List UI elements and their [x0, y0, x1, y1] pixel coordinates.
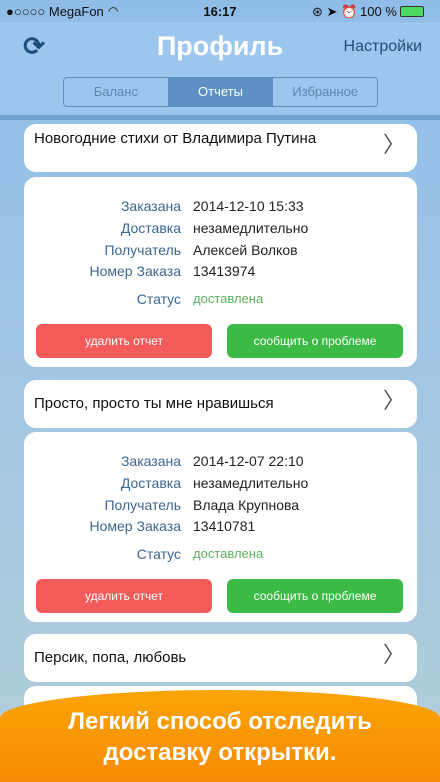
- tab-balance[interactable]: Баланс: [64, 78, 169, 106]
- ordered-label: Заказана: [120, 198, 181, 214]
- battery-icon: [400, 6, 424, 17]
- order-title-card[interactable]: Просто, просто ты мне нравишься 〉: [24, 380, 417, 428]
- status-value: доставлена: [193, 291, 264, 306]
- order-title-card[interactable]: Персик, попа, любовь 〉: [24, 634, 417, 682]
- order-title-card[interactable]: Новогодние стихи от Владимира Путина 〉: [24, 124, 417, 172]
- tab-favorites[interactable]: Избранное: [273, 78, 377, 106]
- tab-reports[interactable]: Отчеты: [168, 78, 274, 106]
- order-number-label: Номер Заказа: [89, 518, 182, 534]
- order-number-label: Номер Заказа: [89, 263, 182, 279]
- status-value: доставлена: [193, 546, 264, 561]
- ordered-value: 2014-12-10 15:33: [193, 198, 304, 214]
- order-number-value: 13410781: [193, 518, 256, 534]
- chevron-right-icon: 〉: [382, 388, 405, 413]
- segmented-control: Баланс Отчеты Избранное: [63, 77, 378, 107]
- delete-report-button[interactable]: удалить отчет: [36, 579, 212, 613]
- delivery-value: незамедлительно: [193, 220, 309, 236]
- order-number-value: 13413974: [193, 263, 256, 279]
- order-details-card: Заказана 2014-12-10 15:33 Доставка незамед…: [24, 177, 417, 367]
- order-title: Персик, попа, любовь: [34, 649, 187, 666]
- status-label: Статус: [136, 291, 181, 307]
- nav-bar: ⟳ Профиль Настройки Баланс Отчеты Избран…: [0, 22, 440, 120]
- chevron-right-icon: 〉: [382, 642, 405, 667]
- delivery-value: незамедлительно: [193, 475, 309, 491]
- battery-percent: 100 %: [360, 4, 397, 19]
- alarm-icon: ⊛ ➤ ⏰: [312, 4, 358, 19]
- order-title: Просто, просто ты мне нравишься: [34, 395, 274, 412]
- recipient-label: Получатель: [104, 242, 181, 258]
- ordered-value: 2014-12-07 22:10: [193, 453, 304, 469]
- settings-button[interactable]: Настройки: [344, 38, 422, 56]
- delivery-label: Доставка: [120, 220, 181, 236]
- order-details-card: Заказана 2014-12-07 22:10 Доставка незамед…: [24, 432, 417, 622]
- status-bar: ●○○○○ MegaFon ◠ 16:17 ⊛ ➤ ⏰ 100 %: [0, 0, 440, 22]
- report-problem-button[interactable]: сообщить о проблеме: [227, 579, 403, 613]
- promo-line-1: Легкий способ отследить: [68, 708, 372, 735]
- ordered-label: Заказана: [120, 453, 181, 469]
- recipient-value: Алексей Волков: [193, 242, 298, 258]
- delivery-label: Доставка: [120, 475, 181, 491]
- chevron-right-icon: 〉: [382, 132, 405, 157]
- nav-divider: [0, 115, 440, 120]
- report-problem-button[interactable]: сообщить о проблеме: [227, 324, 403, 358]
- promo-text: Легкий способ отследить доставку открытк…: [0, 706, 440, 768]
- delete-report-button[interactable]: удалить отчет: [36, 324, 212, 358]
- status-label: Статус: [136, 546, 181, 562]
- promo-line-2: доставку открытки.: [103, 739, 337, 766]
- recipient-label: Получатель: [104, 497, 181, 513]
- recipient-value: Влада Крупнова: [193, 497, 300, 513]
- order-title: Новогодние стихи от Владимира Путина: [34, 130, 317, 147]
